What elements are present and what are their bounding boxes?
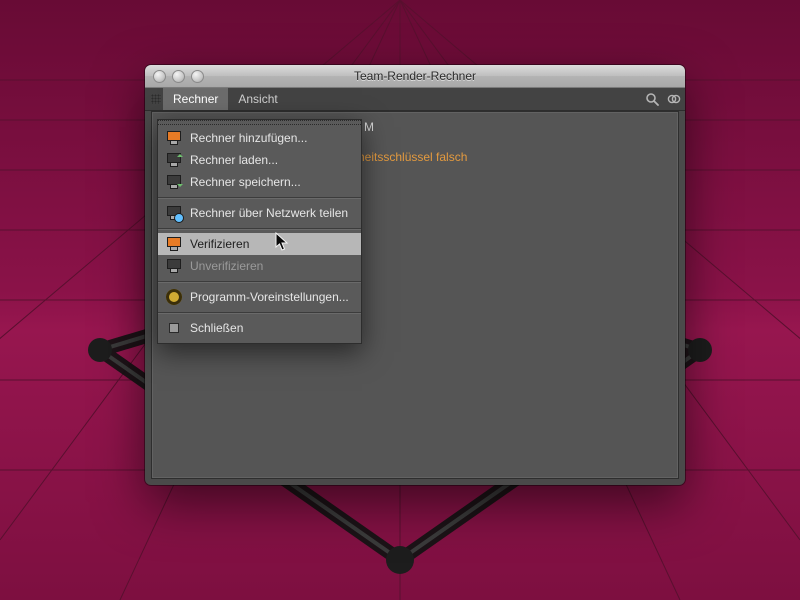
gear-icon	[166, 289, 182, 305]
menubar: Rechner Ansicht	[145, 88, 685, 111]
menu-separator	[158, 281, 361, 282]
menu-item-add-machine[interactable]: Rechner hinzufügen...	[158, 127, 361, 149]
close-window-button[interactable]	[153, 70, 166, 83]
menu-item-share-network[interactable]: Rechner über Netzwerk teilen	[158, 202, 361, 224]
titlebar[interactable]: Team-Render-Rechner	[145, 65, 685, 88]
client-name-label: M	[364, 120, 374, 134]
menu-item-label: Programm-Voreinstellungen...	[190, 290, 349, 304]
menu-item-preferences[interactable]: Programm-Voreinstellungen...	[158, 286, 361, 308]
traffic-lights	[145, 70, 204, 83]
stop-icon	[166, 320, 182, 336]
menu-item-label: Schließen	[190, 321, 243, 335]
menu-item-label: Rechner speichern...	[190, 175, 301, 189]
minimize-window-button[interactable]	[172, 70, 185, 83]
menu-item-unverify: Unverifizieren	[158, 255, 361, 277]
menu-separator	[158, 312, 361, 313]
menu-separator	[158, 228, 361, 229]
menu-item-label: Rechner laden...	[190, 153, 278, 167]
menu-item-save-machines[interactable]: Rechner speichern...	[158, 171, 361, 193]
monitor-unverify-icon	[166, 258, 182, 274]
menu-item-verify[interactable]: Verifizieren	[158, 233, 361, 255]
menu-item-close[interactable]: Schließen	[158, 317, 361, 339]
menu-rechner-dropdown: Rechner hinzufügen... Rechner laden... R…	[157, 119, 362, 344]
client-status-label: heitsschlüssel falsch	[358, 150, 467, 164]
menu-ansicht[interactable]: Ansicht	[228, 88, 287, 110]
menu-item-label: Verifizieren	[190, 237, 249, 251]
monitor-load-icon	[166, 152, 182, 168]
monitor-add-icon	[166, 130, 182, 146]
menu-item-label: Rechner hinzufügen...	[190, 131, 307, 145]
menu-item-label: Unverifizieren	[190, 259, 263, 273]
menu-item-load-machines[interactable]: Rechner laden...	[158, 149, 361, 171]
zoom-window-button[interactable]	[191, 70, 204, 83]
window-title: Team-Render-Rechner	[145, 69, 685, 83]
monitor-network-icon	[166, 205, 182, 221]
overflow-icon[interactable]	[663, 88, 685, 110]
menu-tearoff-grip[interactable]	[158, 120, 361, 125]
menu-rechner[interactable]: Rechner	[163, 88, 228, 110]
menubar-grip[interactable]	[149, 88, 163, 110]
monitor-verify-icon	[166, 236, 182, 252]
menu-separator	[158, 197, 361, 198]
search-icon[interactable]	[641, 88, 663, 110]
menu-item-label: Rechner über Netzwerk teilen	[190, 206, 348, 220]
monitor-save-icon	[166, 174, 182, 190]
